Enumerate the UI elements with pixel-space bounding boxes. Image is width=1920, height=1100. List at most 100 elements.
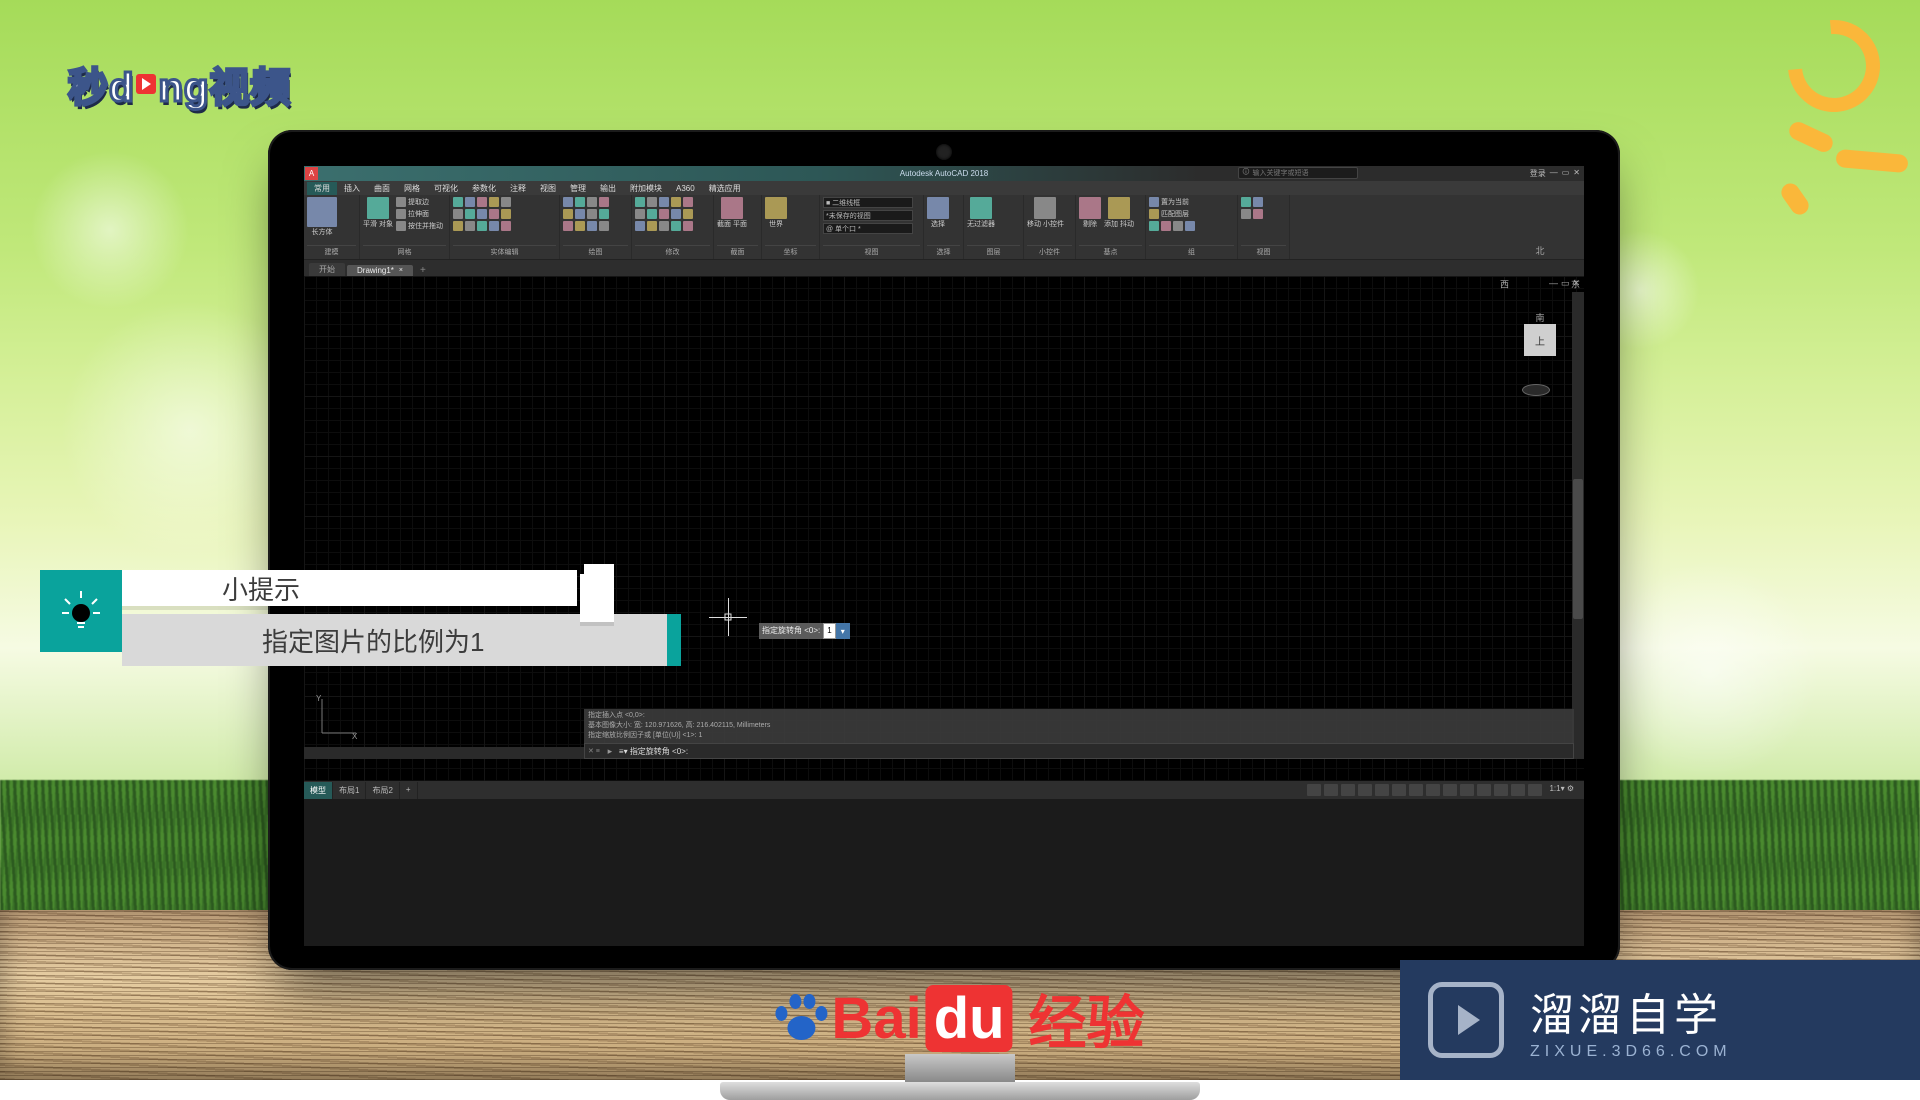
new-tab-button[interactable]: + <box>415 265 431 276</box>
tool-icon[interactable] <box>575 221 585 231</box>
tool-icon[interactable] <box>647 197 657 207</box>
viewport-dropdown[interactable]: @ 单个口 * <box>823 223 913 234</box>
tool-icon[interactable] <box>1241 209 1251 219</box>
tool-icon[interactable] <box>1149 197 1159 207</box>
tool-icon[interactable] <box>683 221 693 231</box>
view-dropdown[interactable]: *未保存的视图 <box>823 210 913 221</box>
tool-icon[interactable] <box>647 221 657 231</box>
minimize-button[interactable]: — <box>1550 168 1558 179</box>
dynamic-input-dropdown-icon[interactable]: ▾ <box>836 623 850 639</box>
app-logo-icon[interactable]: A <box>305 167 318 180</box>
tool-icon[interactable] <box>635 197 645 207</box>
drawing-canvas[interactable]: — ▭ ✕ 北 南 东 西 上 指定旋转角 <0>: 1 ▾ <box>304 276 1584 781</box>
status-toggle-icon[interactable] <box>1358 784 1372 796</box>
box-tool-button[interactable]: 长方体 <box>307 197 337 237</box>
tool-icon[interactable] <box>396 197 406 207</box>
tool-icon[interactable] <box>453 221 463 231</box>
viewcube-north[interactable]: 北 <box>1535 244 1544 257</box>
tool-icon[interactable] <box>465 209 475 219</box>
ribbon-tab[interactable]: 管理 <box>563 182 593 195</box>
tool-icon[interactable] <box>659 197 669 207</box>
tool-icon[interactable] <box>575 209 585 219</box>
tool-icon[interactable] <box>501 221 511 231</box>
tool-icon[interactable] <box>1253 209 1263 219</box>
visual-style-dropdown[interactable]: ■ 二维线框 <box>823 197 913 208</box>
tool-icon[interactable] <box>587 209 597 219</box>
file-tab-start[interactable]: 开始 <box>309 263 345 276</box>
tool-icon[interactable] <box>477 209 487 219</box>
tool-icon[interactable] <box>587 197 597 207</box>
tool-label[interactable]: 拉伸面 <box>408 209 429 219</box>
viewcube[interactable]: 北 南 东 西 上 <box>1524 300 1556 356</box>
signin-button[interactable]: 登录 <box>1530 168 1546 179</box>
tool-icon[interactable] <box>489 197 499 207</box>
jitter-button[interactable]: 添加 抖动 <box>1104 197 1134 229</box>
tool-icon[interactable] <box>599 209 609 219</box>
basepoint-button[interactable]: 剔除 <box>1079 197 1101 229</box>
tool-icon[interactable] <box>671 209 681 219</box>
tool-icon[interactable] <box>396 221 406 231</box>
tool-icon[interactable] <box>1185 221 1195 231</box>
tool-label[interactable]: 按住并拖动 <box>408 221 443 231</box>
tool-icon[interactable] <box>489 221 499 231</box>
gizmo-button[interactable]: 移动 小控件 <box>1027 197 1064 229</box>
ribbon-tab[interactable]: A360 <box>669 183 702 194</box>
status-toggle-icon[interactable] <box>1324 784 1338 796</box>
status-toggle-icon[interactable] <box>1511 784 1525 796</box>
tool-icon[interactable] <box>635 221 645 231</box>
ribbon-tab[interactable]: 参数化 <box>465 182 503 195</box>
tool-icon[interactable] <box>1173 221 1183 231</box>
nav-wheel-icon[interactable] <box>1522 384 1550 396</box>
new-layout-button[interactable]: + <box>400 782 418 799</box>
tool-icon[interactable] <box>647 209 657 219</box>
tool-icon[interactable] <box>683 197 693 207</box>
section-button[interactable]: 截面 平面 <box>717 197 747 229</box>
tool-icon[interactable] <box>396 209 406 219</box>
command-handle-icon[interactable]: ✕ ≡ <box>585 747 603 755</box>
ribbon-tab[interactable]: 附加模块 <box>623 182 669 195</box>
tool-icon[interactable] <box>563 221 573 231</box>
match-label[interactable]: 匹配图层 <box>1161 209 1189 219</box>
tool-icon[interactable] <box>587 221 597 231</box>
filter-button[interactable]: 无过滤器 <box>967 197 995 229</box>
tool-icon[interactable] <box>489 209 499 219</box>
status-toggle-icon[interactable] <box>1528 784 1542 796</box>
status-toggle-icon[interactable] <box>1307 784 1321 796</box>
ucs-button[interactable]: 世界 <box>765 197 787 229</box>
ribbon-tab[interactable]: 曲面 <box>367 182 397 195</box>
current-label[interactable]: 置为当前 <box>1161 197 1189 207</box>
tool-icon[interactable] <box>1253 197 1263 207</box>
close-button[interactable]: ✕ <box>1573 168 1580 179</box>
model-tab[interactable]: 模型 <box>304 782 333 799</box>
tool-icon[interactable] <box>1149 209 1159 219</box>
tool-icon[interactable] <box>599 197 609 207</box>
file-tab-drawing[interactable]: Drawing1*× <box>347 265 413 276</box>
tool-icon[interactable] <box>477 221 487 231</box>
ribbon-tab[interactable]: 输出 <box>593 182 623 195</box>
tool-icon[interactable] <box>683 209 693 219</box>
ribbon-tab[interactable]: 视图 <box>533 182 563 195</box>
status-toggle-icon[interactable] <box>1341 784 1355 796</box>
viewcube-south[interactable]: 南 <box>1535 311 1544 324</box>
tool-icon[interactable] <box>477 197 487 207</box>
tool-icon[interactable] <box>501 197 511 207</box>
smooth-button[interactable]: 平滑 对象 <box>363 197 393 229</box>
maximize-button[interactable]: ▭ <box>1562 168 1570 179</box>
tool-icon[interactable] <box>659 221 669 231</box>
ribbon-tab[interactable]: 网格 <box>397 182 427 195</box>
vertical-scrollbar[interactable] <box>1572 292 1584 759</box>
ribbon-tab[interactable]: 插入 <box>337 182 367 195</box>
ribbon-tab[interactable]: 可视化 <box>427 182 465 195</box>
status-toggle-icon[interactable] <box>1443 784 1457 796</box>
status-toggle-icon[interactable] <box>1494 784 1508 796</box>
tool-icon[interactable] <box>671 197 681 207</box>
scale-label[interactable]: 1:1▾ ⚙ <box>1545 784 1578 796</box>
status-toggle-icon[interactable] <box>1375 784 1389 796</box>
tool-icon[interactable] <box>1149 221 1159 231</box>
viewcube-west[interactable]: 西 <box>1500 278 1509 291</box>
tool-icon[interactable] <box>599 221 609 231</box>
ribbon-tab[interactable]: 精选应用 <box>702 182 748 195</box>
tool-icon[interactable] <box>1241 197 1251 207</box>
status-toggle-icon[interactable] <box>1392 784 1406 796</box>
status-toggle-icon[interactable] <box>1409 784 1423 796</box>
